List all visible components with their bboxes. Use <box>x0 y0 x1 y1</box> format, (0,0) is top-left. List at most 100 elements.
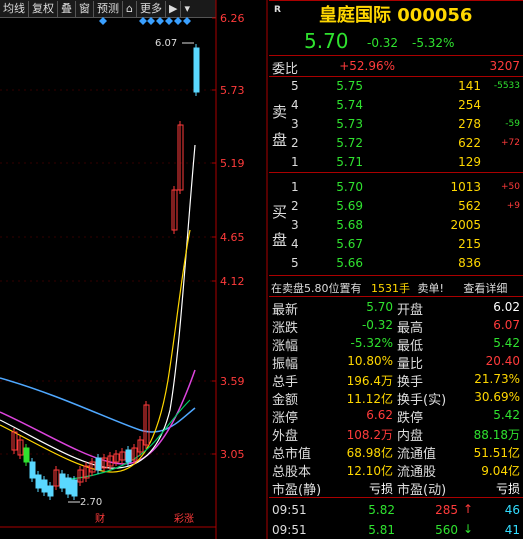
candle-body <box>35 474 42 489</box>
stat-value: 6.62 <box>366 408 393 422</box>
diamond-marker <box>183 17 191 25</box>
sell-price: 5.74 <box>336 98 363 112</box>
stat-value: 196.4万 <box>346 374 393 388</box>
sell-row[interactable]: 5 5.75 141 -5533 <box>269 77 523 95</box>
diamond-marker <box>156 17 164 25</box>
stat-value: 亏损 <box>495 482 520 496</box>
notice-detail-link[interactable]: 查看详细 <box>463 282 507 295</box>
buy-row[interactable]: 1 5.70 1013 +50 <box>269 178 523 196</box>
event-tag-finance: 财 <box>95 512 105 525</box>
notice-qty: 1531手 <box>371 282 410 295</box>
sell-row[interactable]: 1 5.71 129 <box>269 153 523 171</box>
buy-level: 5 <box>291 256 299 270</box>
buy-change: +9 <box>506 201 520 211</box>
sell-volume: 622 <box>458 136 481 150</box>
notice-bar: 在卖盘5.80位置有 1531手 卖单! 查看详细 <box>271 280 507 296</box>
arrow-down-icon: ↓ <box>462 522 473 536</box>
stat-value: 6.02 <box>493 300 520 314</box>
sell-row[interactable]: 4 5.74 254 <box>269 96 523 114</box>
tick-price: 5.82 <box>368 503 395 517</box>
notice-tail: 卖单! <box>417 282 444 295</box>
sell-change: -5533 <box>493 81 520 91</box>
sell-price: 5.72 <box>336 136 363 150</box>
buy-volume: 562 <box>458 199 481 213</box>
candle-body <box>71 479 78 497</box>
candle-body <box>193 47 200 93</box>
buy-price: 5.68 <box>336 218 363 232</box>
sell-price: 5.71 <box>336 155 363 169</box>
stat-label: 市盈(静) <box>272 483 322 498</box>
stat-value: 亏损 <box>368 482 393 496</box>
diamond-marker <box>165 17 173 25</box>
sell-price: 5.73 <box>336 117 363 131</box>
sell-level: 2 <box>291 136 299 150</box>
sell-level: 3 <box>291 117 299 131</box>
stat-value: 68.98亿 <box>346 446 393 460</box>
stat-label: 市盈(动) <box>397 483 447 498</box>
candle-body <box>95 457 102 471</box>
sell-change: -59 <box>505 119 520 129</box>
weibi-label: 委比 <box>272 62 299 77</box>
buy-price: 5.66 <box>336 256 363 270</box>
diamond-marker <box>139 17 147 25</box>
stock-title: 皇庭国际 000056 <box>319 5 473 26</box>
candle-body <box>65 477 72 495</box>
low-label: 2.70 <box>80 497 102 508</box>
notice-text: 在卖盘5.80位置有 <box>271 282 362 295</box>
diamond-marker <box>174 17 182 25</box>
buy-price: 5.67 <box>336 237 363 251</box>
stats-row: 总股本 12.10亿 流通股 9.04亿 <box>269 460 523 480</box>
sell-price: 5.75 <box>336 79 363 93</box>
sell-level: 1 <box>291 155 299 169</box>
stat-value: 51.51亿 <box>473 446 520 460</box>
tick-time: 09:51 <box>272 503 307 517</box>
buy-row[interactable]: 3 5.68 2005 <box>269 216 523 234</box>
arrow-up-icon: ↑ <box>462 502 473 516</box>
buy-level: 3 <box>291 218 299 232</box>
stat-value: 30.69% <box>474 390 520 404</box>
tick-price: 5.81 <box>368 523 395 537</box>
stats-row: 总手 196.4万 换手 21.73% <box>269 370 523 390</box>
price-change-pct: -5.32% <box>412 36 455 50</box>
price-axis-label: 4.65 <box>220 231 245 244</box>
tick-time: 09:51 <box>272 523 307 537</box>
quote-panel: R 皇庭国际 000056 5.70 -0.32 -5.32% 委比 +52.9… <box>269 0 523 539</box>
stats-row: 总市值 68.98亿 流通值 51.51亿 <box>269 442 523 462</box>
stat-value: 5.42 <box>493 408 520 422</box>
stat-value: 5.70 <box>366 300 393 314</box>
stats-row: 振幅 10.80% 量比 20.40 <box>269 352 523 372</box>
price-axis-label: 3.05 <box>220 448 245 461</box>
buy-volume: 1013 <box>450 180 481 194</box>
buy-volume: 836 <box>458 256 481 270</box>
sell-volume: 254 <box>458 98 481 112</box>
stat-value: 21.73% <box>474 372 520 386</box>
kline-chart[interactable]: 均线 复权 叠 窗 预测 ⌂ 更多 ▶ ▾ 6.26 5.73 5.19 4.65 4.… <box>0 0 268 539</box>
price-axis-label: 3.59 <box>220 375 245 388</box>
sell-row[interactable]: 2 5.72 622 +72 <box>269 134 523 152</box>
buy-volume: 2005 <box>450 218 481 232</box>
stat-value: 88.18万 <box>473 428 520 442</box>
sell-volume: 141 <box>458 79 481 93</box>
diamond-marker <box>99 17 107 25</box>
buy-row[interactable]: 4 5.67 215 <box>269 235 523 253</box>
ma-line-white <box>0 144 196 469</box>
weibi-pct: +52.96% <box>339 59 395 73</box>
buy-row[interactable]: 2 5.69 562 +9 <box>269 197 523 215</box>
tick-volume: 285 <box>435 503 458 517</box>
stats-row: 金额 11.12亿 换手(实) 30.69% <box>269 388 523 408</box>
candle-body <box>41 479 48 493</box>
event-tag-rise: 彩涨 <box>174 513 194 525</box>
tick-count: 46 <box>504 503 520 517</box>
buy-price: 5.70 <box>336 180 363 194</box>
stat-value: 108.2万 <box>346 428 393 442</box>
buy-price: 5.69 <box>336 199 363 213</box>
stat-value: 5.42 <box>493 336 520 350</box>
stat-value: 12.10亿 <box>346 464 393 478</box>
stat-value: -0.32 <box>361 318 393 332</box>
buy-change: +50 <box>501 182 520 192</box>
kline-svg: 6.26 5.73 5.19 4.65 4.12 3.59 3.05 6.07 2.70 财 彩涨 <box>0 0 268 539</box>
sell-row[interactable]: 3 5.73 278 -59 <box>269 115 523 133</box>
buy-row[interactable]: 5 5.66 836 <box>269 254 523 272</box>
candle-body <box>59 473 66 489</box>
stats-row: 涨幅 -5.32% 最低 5.42 <box>269 334 523 354</box>
